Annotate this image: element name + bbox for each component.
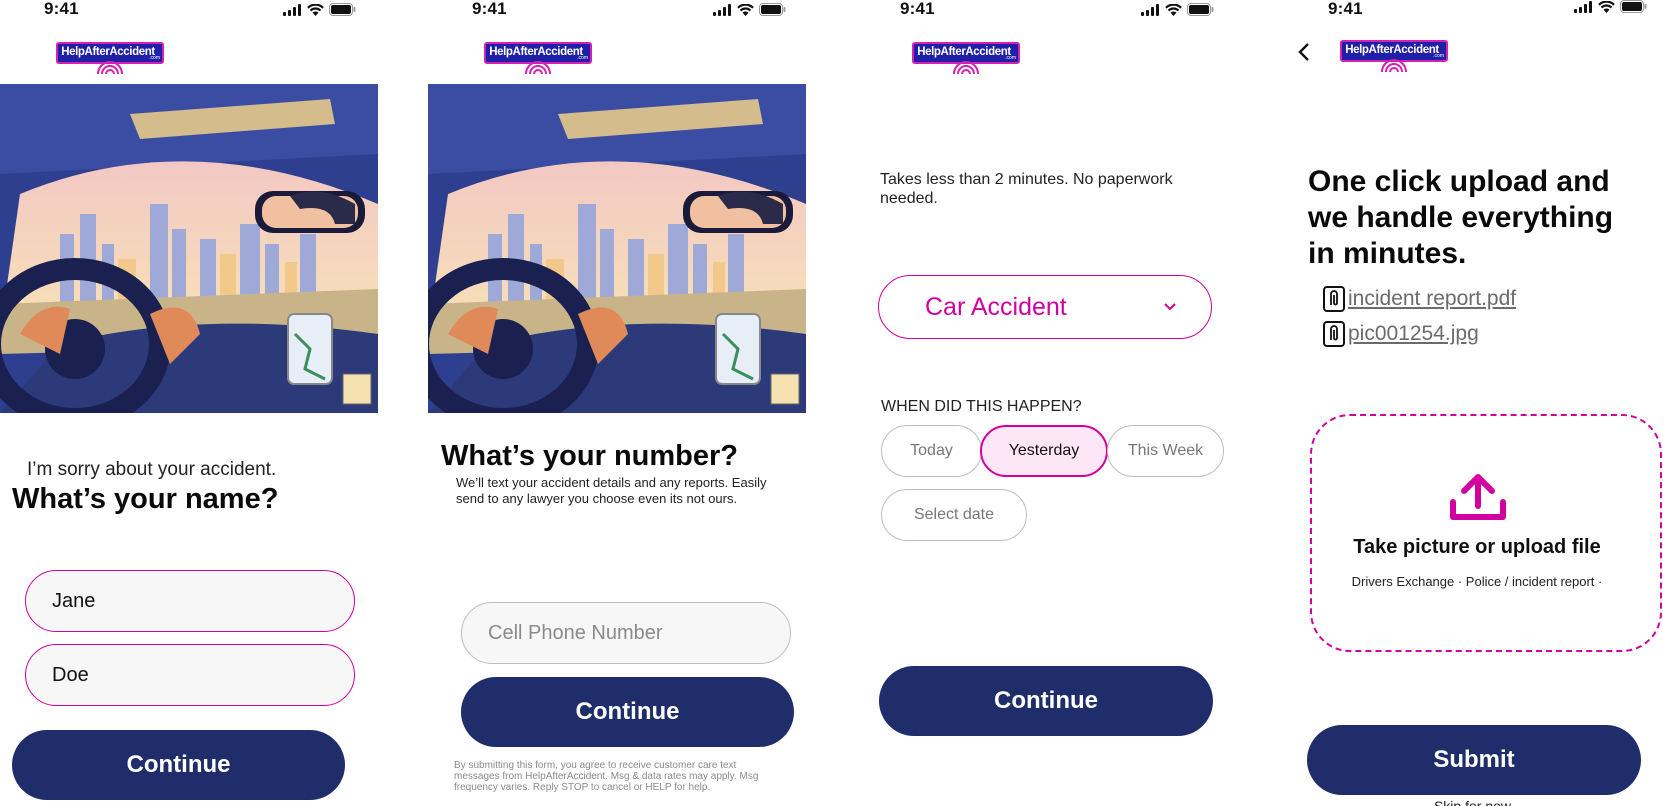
status-icons	[283, 3, 356, 16]
last-name-field[interactable]: Doe	[25, 644, 355, 706]
back-arrow-icon[interactable]	[1297, 42, 1311, 62]
screen-phone: 9:41 HelpAfterAccident .com What’s your …	[428, 0, 808, 806]
brand-logo: HelpAfterAccident .com	[912, 42, 1020, 74]
submit-button[interactable]: Submit	[1307, 725, 1641, 795]
skip-link[interactable]: Skip for now	[1282, 798, 1663, 806]
battery-icon	[329, 3, 356, 16]
status-bar: 9:41	[856, 0, 1236, 20]
apology-text: I’m sorry about your accident.	[27, 459, 277, 480]
attachment-item[interactable]: pic001254.jpg	[1322, 321, 1479, 347]
accident-type-value: Car Accident	[925, 292, 1067, 321]
battery-icon	[1187, 3, 1214, 16]
wifi-icon	[307, 3, 324, 16]
first-name-field[interactable]: Jane	[25, 570, 355, 632]
status-time: 9:41	[472, 0, 507, 18]
continue-button[interactable]: Continue	[12, 730, 345, 800]
status-icons	[713, 3, 786, 16]
wifi-icon	[737, 3, 754, 16]
paperclip-icon	[1323, 321, 1345, 347]
option-this-week[interactable]: This Week	[1107, 425, 1224, 477]
signal-icon	[713, 3, 731, 16]
hero-illustration	[0, 84, 378, 413]
screen-accident-type: 9:41 HelpAfterAccident .com Takes less t…	[856, 0, 1236, 806]
status-bar: 9:41	[1282, 0, 1663, 20]
status-icons	[1141, 3, 1214, 16]
brand-logo: HelpAfterAccident .com	[1340, 40, 1448, 72]
page-title: What’s your name?	[12, 483, 279, 515]
attachment-name: incident report.pdf	[1348, 287, 1517, 310]
screen-name: 9:41 HelpAfterAccident .com I’m sorry ab…	[0, 0, 378, 806]
attachment-item[interactable]: incident report.pdf	[1322, 286, 1516, 312]
status-icons	[1574, 0, 1647, 13]
continue-button[interactable]: Continue	[879, 666, 1213, 736]
option-select-date[interactable]: Select date	[881, 489, 1027, 541]
wifi-icon	[1165, 3, 1182, 16]
option-yesterday[interactable]: Yesterday	[980, 425, 1108, 477]
hero-illustration	[428, 84, 806, 413]
sms-disclaimer: By submitting this form, you agree to re…	[454, 760, 759, 793]
upload-hint: Drivers Exchange · Police / incident rep…	[1351, 574, 1603, 589]
paperclip-icon	[1323, 286, 1345, 312]
status-time: 9:41	[1328, 0, 1363, 18]
battery-icon	[759, 3, 786, 16]
brand-logo: HelpAfterAccident .com	[484, 42, 592, 74]
accident-type-select[interactable]: Car Accident	[878, 275, 1212, 339]
option-today[interactable]: Today	[881, 425, 982, 477]
status-time: 9:41	[44, 0, 79, 18]
description-text: We’ll text your accident details and any…	[456, 475, 767, 506]
signal-icon	[283, 3, 301, 16]
signal-icon	[1141, 3, 1159, 16]
status-bar: 9:41	[428, 0, 808, 20]
intro-text: Takes less than 2 minutes. No paperwork …	[880, 171, 1173, 207]
wifi-icon	[1598, 0, 1615, 13]
page-title: What’s your number?	[441, 440, 738, 472]
screen-upload: 9:41 HelpAfterAccident .com One click up…	[1282, 0, 1663, 806]
upload-title: Take picture or upload file	[1353, 536, 1601, 558]
attachment-name: pic001254.jpg	[1348, 322, 1479, 345]
status-time: 9:41	[900, 0, 935, 18]
upload-dropzone[interactable]: Take picture or upload file Drivers Exch…	[1310, 414, 1662, 652]
continue-button[interactable]: Continue	[461, 677, 794, 747]
battery-icon	[1620, 0, 1647, 13]
page-title: One click upload and we handle everythin…	[1308, 165, 1614, 270]
chevron-down-icon	[1164, 303, 1176, 311]
upload-icon	[1450, 474, 1506, 520]
status-bar: 9:41	[0, 0, 378, 20]
signal-icon	[1574, 0, 1592, 13]
phone-input[interactable]: Cell Phone Number	[461, 602, 791, 664]
when-label: WHEN DID THIS HAPPEN?	[881, 398, 1082, 415]
brand-logo: HelpAfterAccident .com	[56, 42, 164, 74]
